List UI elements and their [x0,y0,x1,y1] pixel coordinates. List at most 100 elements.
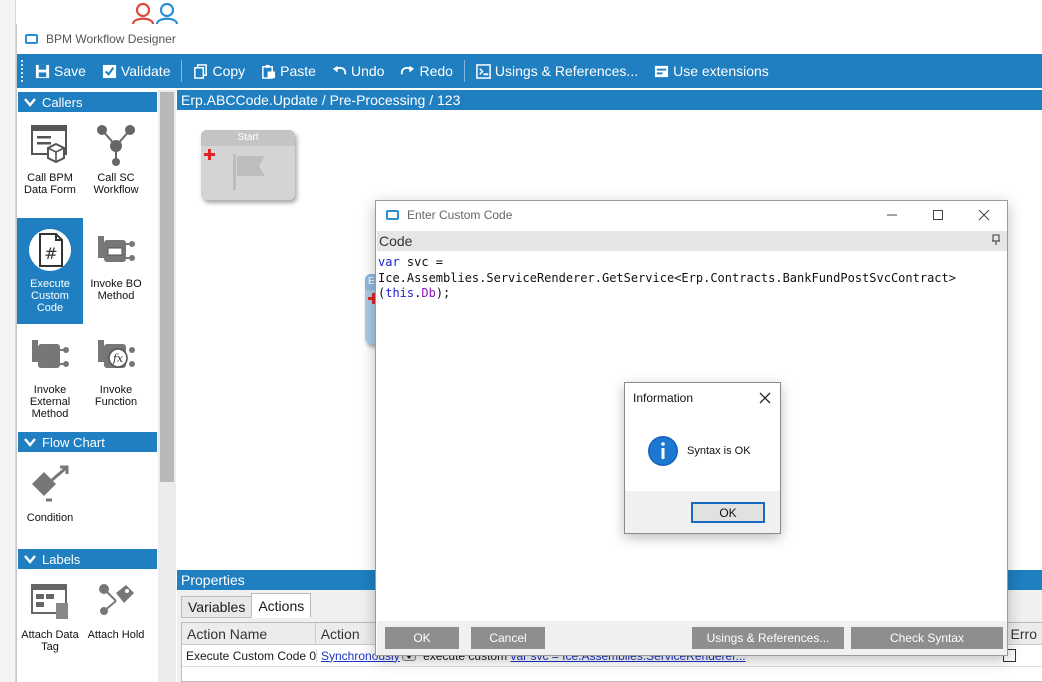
labels-grid: Attach Data Tag Attach Hold [17,569,158,675]
tab-variables[interactable]: Variables [181,596,253,618]
tool-invoke-external-method[interactable]: Invoke External Method [17,324,83,430]
flowchart-title: Flow Chart [42,434,105,450]
flowchart-section-header[interactable]: Flow Chart [18,432,157,452]
save-label: Save [54,63,86,79]
condition-icon [32,465,69,502]
tool-label: Invoke BO Method [90,278,142,302]
toolbar-grip[interactable] [21,60,23,82]
workflow-icon [97,125,135,166]
references-icon [476,63,491,79]
screen: BPM Workflow Designer Save Validate Copy… [0,0,1042,682]
redo-label: Redo [419,63,453,79]
callers-grid: Call BPM Data Form Call SC Workflow # Ex… [17,112,158,430]
code-keyword: var [378,255,400,269]
minimize-icon [887,214,897,216]
tool-label: Execute Custom Code [30,278,70,314]
save-icon [35,64,50,78]
tool-attach-hold[interactable]: Attach Hold [83,569,149,675]
labels-title: Labels [42,551,81,567]
extensions-label: Use extensions [673,63,769,79]
toolbox-scrollbar[interactable] [158,90,176,682]
undo-icon [332,65,347,74]
flowchart-grid: Condition [17,452,158,547]
bo-method-icon [98,236,135,262]
labels-section-header[interactable]: Labels [18,549,157,569]
app-icon [386,210,399,220]
tool-call-bpm-data-form[interactable]: Call BPM Data Form [17,112,83,218]
code-text: ); [435,286,451,300]
function-icon: fx [98,340,135,368]
tool-execute-custom-code[interactable]: # Execute Custom Code [17,218,83,324]
use-extensions-button[interactable]: Use extensions [646,54,777,88]
window-titlebar: BPM Workflow Designer [17,24,1042,54]
tool-invoke-bo-method[interactable]: Invoke BO Method [83,218,149,324]
code-keyword: this [385,286,415,300]
paste-button[interactable]: Paste [253,54,324,88]
info-ok-button[interactable]: OK [691,502,765,523]
minimize-button[interactable] [869,201,915,229]
start-node[interactable]: Start [201,130,295,200]
app-icon [25,34,38,44]
checkbox-check-icon [102,64,116,78]
scrollbar-thumb[interactable] [160,92,174,482]
svg-text:fx: fx [112,352,124,365]
code-label: Code [379,233,413,249]
copy-button[interactable]: Copy [185,54,253,88]
info-body: Syntax is OK [625,435,780,467]
flag-icon [233,154,265,190]
save-button[interactable]: Save [27,54,94,88]
validate-button[interactable]: Validate [94,54,179,88]
tool-attach-data-tag[interactable]: Attach Data Tag [17,569,83,675]
code-text: svc = [399,255,444,269]
ok-button[interactable]: OK [385,627,459,649]
tool-invoke-function[interactable]: fx Invoke Function [83,324,149,430]
activity-toolbox: Callers Call BPM Data Form Call SC Workf… [17,90,158,682]
information-dialog: Information Syntax is OK OK [624,382,781,534]
main-toolbar: Save Validate Copy Paste Undo Redo Using… [17,54,1042,88]
check-syntax-button[interactable]: Check Syntax [851,627,1003,649]
undo-button[interactable]: Undo [324,54,392,88]
chevron-down-icon [24,438,36,447]
tool-condition[interactable]: Condition [17,452,83,547]
maximize-icon [933,210,943,220]
usings-references-button[interactable]: Usings & References... [468,54,646,88]
plus-icon [204,149,215,160]
tool-call-sc-workflow[interactable]: Call SC Workflow [83,112,149,218]
close-icon [978,209,990,221]
close-button[interactable] [961,201,1007,229]
start-node-title: Start [201,130,295,146]
tool-label: Attach Hold [87,629,145,641]
callers-section-header[interactable]: Callers [18,92,157,112]
tab-actions[interactable]: Actions [251,593,312,618]
extensions-icon [655,65,669,77]
toolbar-separator [463,60,465,82]
tool-label: Call SC Workflow [93,172,139,196]
tool-label: Invoke Function [94,384,138,408]
copy-icon [194,63,208,79]
window-controls [869,201,1007,229]
usings-label: Usings & References... [494,63,639,79]
col-action-name[interactable]: Action Name [182,623,316,644]
info-icon [648,436,678,466]
breadcrumb: Erp.ABCCode.Update / Pre-Processing / 12… [177,90,1042,110]
hold-icon [99,584,134,615]
paste-icon [262,64,276,79]
pin-icon[interactable] [991,234,1001,246]
properties-tabs: Variables Actions [181,593,312,618]
custom-code-icon: # [29,229,71,271]
svg-text:#: # [44,244,57,263]
close-icon[interactable] [756,389,774,407]
undo-label: Undo [350,63,385,79]
dialog-footer: OK Cancel Usings & References... Check S… [377,621,1007,655]
maximize-button[interactable] [915,201,961,229]
cancel-button[interactable]: Cancel [471,627,545,649]
data-tag-icon [31,584,68,619]
info-footer: OK [625,491,780,533]
form-icon [31,125,67,164]
info-message: Syntax is OK [687,445,751,457]
redo-button[interactable]: Redo [392,54,460,88]
code-type: Db [421,286,436,300]
usings-references-dialog-button[interactable]: Usings & References... [692,627,844,649]
chevron-down-icon [24,555,36,564]
desktop-left-strip [0,0,16,682]
